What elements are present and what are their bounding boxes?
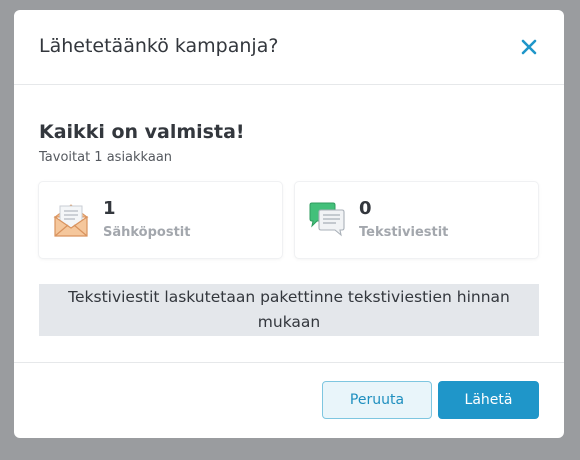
cancel-button[interactable]: Peruuta (322, 381, 432, 419)
envelope-icon (53, 204, 89, 237)
dialog-title: Lähetetäänkö kampanja? (39, 35, 279, 57)
send-button[interactable]: Lähetä (438, 381, 539, 419)
sms-stat-card: 0 Tekstiviestit (295, 182, 538, 258)
dialog-footer: Peruuta Lähetä (14, 362, 564, 438)
sms-count: 0 (359, 198, 372, 219)
email-stat-card: 1 Sähköpostit (39, 182, 282, 258)
close-icon (521, 39, 537, 55)
ready-heading: Kaikki on valmista! (39, 121, 245, 143)
sms-label: Tekstiviestit (359, 225, 449, 240)
reach-summary: Tavoitat 1 asiakkaan (39, 150, 173, 165)
email-count: 1 (103, 198, 116, 219)
send-campaign-dialog: Lähetetäänkö kampanja? Kaikki on valmist… (14, 10, 564, 438)
sms-billing-notice: Tekstiviestit laskutetaan pakettinne tek… (39, 284, 539, 336)
close-button[interactable] (516, 34, 542, 60)
dialog-body: Kaikki on valmista! Tavoitat 1 asiakkaan… (14, 85, 564, 362)
email-label: Sähköpostit (103, 225, 191, 240)
chat-bubbles-icon (309, 202, 345, 237)
dialog-header: Lähetetäänkö kampanja? (14, 10, 564, 85)
